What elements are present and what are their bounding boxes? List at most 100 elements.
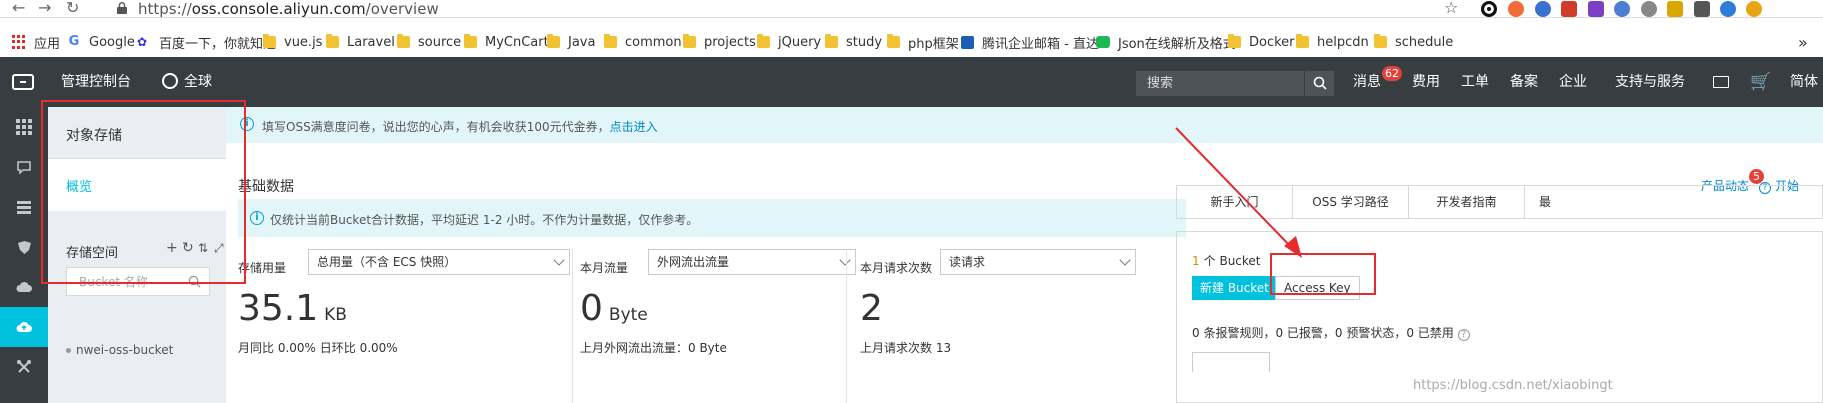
bookmark-folder[interactable]: projects <box>683 33 756 51</box>
extension-icon[interactable] <box>1694 1 1710 17</box>
bookmark-folder[interactable]: MyCnCart <box>464 33 549 51</box>
extension-icon[interactable] <box>1535 1 1551 17</box>
request-type-select[interactable]: 读请求 <box>940 249 1136 275</box>
sort-icon[interactable]: ⇅ <box>198 240 208 256</box>
add-bucket-icon[interactable]: + <box>166 240 178 256</box>
chat-icon <box>17 160 31 174</box>
search-input[interactable] <box>1136 71 1328 96</box>
stat-label: 存储用量 <box>238 261 287 275</box>
extension-icon[interactable] <box>1561 1 1577 17</box>
chevron-down-icon <box>1119 254 1131 266</box>
aliyun-logo-icon[interactable] <box>12 74 34 90</box>
bookmark-folder[interactable]: source <box>397 33 461 51</box>
extension-icon[interactable] <box>1720 1 1736 17</box>
bucket-list-item[interactable]: nwei-oss-bucket <box>66 343 173 357</box>
reload-icon[interactable]: ↻ <box>66 0 79 16</box>
nav-filing[interactable]: 备案 <box>1510 72 1538 92</box>
shield-icon <box>17 240 31 254</box>
forward-arrow-icon[interactable]: → <box>38 0 51 16</box>
terminal-icon[interactable] <box>1713 76 1729 88</box>
stat-sub: 上月外网流出流量：0 Byte <box>580 341 727 355</box>
stat-value: 2 <box>860 289 889 335</box>
refresh-icon[interactable]: ↻ <box>182 240 194 256</box>
bookmark-folder[interactable]: vue.js <box>263 33 322 51</box>
browser-address-bar: ← → ↻ https://oss.console.aliyun.com/ove… <box>0 0 1823 18</box>
url-path: /overview <box>365 0 439 18</box>
bookmark-label: projects <box>704 34 756 50</box>
expand-icon[interactable]: ⤢ <box>214 240 224 256</box>
traffic-type-select[interactable]: 外网流出流量 <box>648 249 856 275</box>
bookmark-label: helpcdn <box>1317 34 1369 50</box>
bookmark-star-icon[interactable]: ☆ <box>1444 0 1458 16</box>
url-host: oss.console.aliyun.com <box>191 0 366 18</box>
extension-icon[interactable] <box>1746 1 1762 17</box>
cart-icon[interactable]: 🛒 <box>1750 72 1771 92</box>
bookmark-google[interactable]: G Google <box>67 33 135 51</box>
tab-getting-started[interactable]: 新手入门 <box>1177 186 1293 218</box>
tab-developer-guide[interactable]: 开发者指南 <box>1409 186 1525 218</box>
nav-messages[interactable]: 消息 <box>1353 72 1381 92</box>
folder-icon <box>757 34 770 48</box>
panel-button[interactable] <box>1192 352 1270 372</box>
nav-language[interactable]: 简体 <box>1790 72 1818 92</box>
rail-tools[interactable] <box>0 347 48 387</box>
rail-oss[interactable] <box>0 307 48 347</box>
stat-sub: 上月请求次数 13 <box>860 341 952 355</box>
bookmark-folder[interactable]: Docker <box>1228 33 1295 51</box>
tab-learning-path[interactable]: OSS 学习路径 <box>1293 186 1409 218</box>
nav-fees[interactable]: 费用 <box>1412 72 1440 92</box>
extension-icon[interactable] <box>1481 1 1497 17</box>
bookmark-folder[interactable]: study <box>825 33 882 51</box>
bookmark-folder[interactable]: helpcdn <box>1296 33 1369 51</box>
rail-messages[interactable] <box>0 147 48 187</box>
bookmark-folder[interactable]: Java <box>547 33 595 51</box>
url-field[interactable]: https://oss.console.aliyun.com/overview <box>138 0 439 18</box>
rail-servers[interactable] <box>0 187 48 227</box>
nav-support[interactable]: 支持与服务 <box>1615 72 1685 92</box>
extension-icon[interactable] <box>1614 1 1630 17</box>
new-bucket-button[interactable]: 新建 Bucket <box>1192 276 1277 300</box>
access-key-button[interactable]: Access Key <box>1275 276 1360 300</box>
alarm-rules-summary: 0 条报警规则，0 已报警，0 预警状态，0 已禁用? <box>1192 324 1470 341</box>
baidu-icon: ✿ <box>137 35 148 49</box>
stat-number: 35.1 <box>238 288 319 329</box>
stats-notice: i 仅统计当前Bucket合计数据，平均延迟 1-2 小时。不作为计量数据，仅作… <box>238 199 1186 237</box>
bucket-count-number: 1 <box>1192 254 1200 268</box>
bookmark-qq-mail[interactable]: 腾讯企业邮箱 - 直达 <box>961 33 1099 52</box>
bookmark-label: study <box>846 34 883 50</box>
rail-products[interactable] <box>0 107 48 147</box>
cloud-icon <box>16 281 32 292</box>
extension-icon[interactable] <box>1508 1 1524 17</box>
rail-cloud[interactable] <box>0 267 48 307</box>
bookmark-folder[interactable]: php框架 <box>887 33 959 52</box>
bucket-heading: 存储空间 <box>66 246 119 261</box>
bookmark-folder[interactable]: Laravel <box>326 33 395 51</box>
back-arrow-icon[interactable]: ← <box>12 0 25 16</box>
extension-icon[interactable] <box>1667 1 1683 17</box>
rail-security[interactable] <box>0 227 48 267</box>
region-selector[interactable]: 全球 <box>184 72 212 92</box>
bookmark-folder[interactable]: schedule <box>1374 33 1453 51</box>
bookmarks-more[interactable]: » <box>1798 33 1808 52</box>
nav-enterprise[interactable]: 企业 <box>1559 72 1587 92</box>
extension-icon[interactable] <box>1588 1 1604 17</box>
sidebar-item-overview[interactable]: 概览 <box>48 159 226 211</box>
bookmark-label: 腾讯企业邮箱 - 直达 <box>982 36 1099 52</box>
storage-type-select[interactable]: 总用量（不含 ECS 快照） <box>308 249 570 275</box>
notice-link[interactable]: 点击进入 <box>610 120 658 134</box>
help-icon[interactable]: ? <box>1457 329 1470 341</box>
tab-more[interactable]: 最 <box>1525 186 1565 218</box>
extension-icon[interactable] <box>1641 1 1657 17</box>
bookmark-folder[interactable]: jQuery <box>757 33 821 51</box>
bookmark-baidu[interactable]: ✿ 百度一下，你就知道 <box>137 33 276 52</box>
traffic-panel: 本月流量 外网流出流量 0 Byte 上月外网流出流量：0 Byte <box>568 247 868 403</box>
bookmark-json[interactable]: Json在线解析及格式 <box>1096 33 1236 52</box>
console-title[interactable]: 管理控制台 <box>61 72 131 92</box>
nav-tickets[interactable]: 工单 <box>1461 72 1489 92</box>
search-button[interactable] <box>1304 71 1334 96</box>
folder-icon <box>326 34 339 48</box>
folder-icon <box>464 34 477 48</box>
survey-notice: i 填写OSS满意度问卷，说出您的心声，有机会收获100元代金券，点击进入 <box>226 107 1823 143</box>
bookmark-apps[interactable]: 应用 <box>12 33 60 52</box>
bookmark-folder[interactable]: common <box>604 33 682 51</box>
